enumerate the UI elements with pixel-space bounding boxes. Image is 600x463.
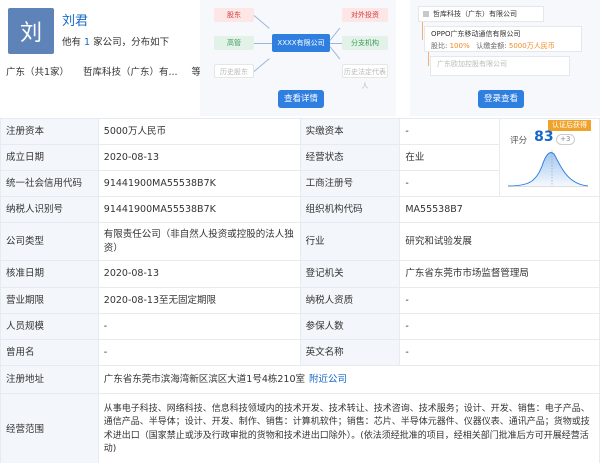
table-row: 营业期限 2020-08-13至无固定期限 纳税人资质 - <box>0 287 600 314</box>
company-count: 1 <box>84 37 91 48</box>
arrow-line <box>254 43 272 44</box>
arrow-line <box>329 46 341 60</box>
tree-root: 哲库科技（广东）有限公司 <box>418 6 544 22</box>
arrow-line <box>253 58 270 72</box>
row-key: 组织机构代码 <box>299 196 401 223</box>
address-text: 广东省东莞市滨海湾新区滨区大道1号4栋210室 <box>103 373 306 385</box>
table-row: 公司类型 有限责任公司（非自然人投资或控股的法人独资） 行业 研究和试验发展 <box>0 222 600 261</box>
tree-connector <box>422 22 423 40</box>
score-value: 83 <box>534 128 554 145</box>
ratio-value: 100% <box>449 42 470 50</box>
table-row: 注册地址 广东省东莞市滨海湾新区滨区大道1号4栋210室 附近公司 <box>0 365 600 394</box>
table-row: 注册资本 5000万人民币 实缴资本 - 认证后获得 评分 83 +3 <box>0 118 600 197</box>
row-value: - <box>399 287 600 314</box>
row-key: 公司类型 <box>0 222 99 261</box>
executive-node: 高管 <box>214 36 254 50</box>
row-value: 研究和试验发展 <box>399 222 600 261</box>
row-key: 工商注册号 <box>299 170 401 197</box>
investment-node: 对外投资 <box>342 8 388 22</box>
row-key: 英文名称 <box>299 339 401 366</box>
arrow-line <box>329 27 341 41</box>
row-key: 纳税人识别号 <box>0 196 99 223</box>
company-link[interactable]: 哲库科技（广东）有... <box>83 64 178 78</box>
company-node: XXXX有限公司 <box>272 34 330 52</box>
row-key: 参保人数 <box>299 313 401 340</box>
row-value: 91441900MA55538B7K <box>97 170 301 197</box>
summary-suffix: 家公司，分布如下 <box>93 37 170 48</box>
table-row: 曾用名 - 英文名称 - <box>0 339 600 366</box>
tree-child-title: OPPO广东移动通信有限公司 <box>431 30 521 38</box>
arrow-line <box>330 43 342 44</box>
company-distribution: 广东（共1家） 哲库科技（广东）有... 等 <box>6 64 201 78</box>
row-value: 有限责任公司（非自然人投资或控股的法人独资） <box>97 222 301 261</box>
relation-chart: 股东 高管 历史股东 XXXX有限公司 对外投资 分支机构 历史法定代表人 查看… <box>200 0 396 116</box>
row-key: 营业期限 <box>0 287 99 314</box>
row-value: - <box>399 339 600 366</box>
arrow-line <box>253 15 270 29</box>
capital-value: 5000万人民币 <box>508 42 555 50</box>
address-value: 广东省东莞市滨海湾新区滨区大道1号4栋210室 附近公司 <box>97 365 600 394</box>
row-value: - <box>97 313 301 340</box>
row-key: 登记机关 <box>299 260 401 288</box>
row-value: - <box>399 313 600 340</box>
address-key: 注册地址 <box>0 365 99 394</box>
scope-key: 经营范围 <box>0 393 99 463</box>
person-name[interactable]: 刘君 <box>62 10 88 29</box>
capital-label: 认缴金额: <box>476 42 507 50</box>
row-key: 经营状态 <box>299 144 401 171</box>
tree-root-label: 哲库科技（广东）有限公司 <box>433 10 517 18</box>
table-row: 经营范围 从事电子科技、网络科技、信息科技领域内的技术开发、技术转让、技术咨询、… <box>0 393 600 463</box>
row-value: 2020-08-13至无固定期限 <box>97 287 301 314</box>
row-value: 在业 <box>399 144 501 171</box>
score-plus: +3 <box>556 133 575 145</box>
table-row: 核准日期 2020-08-13 登记机关 广东省东莞市市场监督管理局 <box>0 260 600 288</box>
shareholder-node: 股东 <box>214 8 254 22</box>
row-key: 行业 <box>299 222 401 261</box>
row-key: 成立日期 <box>0 144 99 171</box>
tree-child: OPPO广东移动通信有限公司 股比: 100% 认缴金额: 5000万人民币 <box>424 26 582 52</box>
avatar: 刘 <box>8 8 54 54</box>
row-value: - <box>97 339 301 366</box>
row-key: 纳税人资质 <box>299 287 401 314</box>
row-value: 91441900MA55538B7K <box>97 196 301 223</box>
row-value: MA55538B7 <box>399 196 600 223</box>
tree-grandchild: 广东欧加控股有限公司 <box>430 56 570 76</box>
row-value: 5000万人民币 <box>97 118 301 145</box>
ratio-label: 股比: <box>431 42 448 50</box>
branch-node: 分支机构 <box>342 36 388 50</box>
top-summary: 刘 刘君 他有 1 家公司，分布如下 广东（共1家） 哲库科技（广东）有... … <box>0 0 600 118</box>
row-value: 广东省东莞市市场监督管理局 <box>399 260 600 288</box>
person-card: 刘 刘君 他有 1 家公司，分布如下 广东（共1家） 哲库科技（广东）有... … <box>6 6 201 116</box>
view-detail-button[interactable]: 查看详情 <box>278 90 324 108</box>
person-summary: 他有 1 家公司，分布如下 <box>62 34 169 48</box>
table-row: 纳税人识别号 91441900MA55538B7K 组织机构代码 MA55538… <box>0 196 600 223</box>
row-value: 2020-08-13 <box>97 144 301 171</box>
row-value: - <box>399 170 501 197</box>
row-key: 实缴资本 <box>299 118 401 145</box>
equity-tree: 哲库科技（广东）有限公司 OPPO广东移动通信有限公司 股比: 100% 认缴金… <box>410 0 600 116</box>
history-rep-node: 历史法定代表人 <box>342 64 388 90</box>
certify-badge[interactable]: 认证后获得 <box>548 119 591 131</box>
nearby-companies-link[interactable]: 附近公司 <box>309 374 347 385</box>
summary-prefix: 他有 <box>62 37 82 48</box>
row-key: 核准日期 <box>0 260 99 288</box>
row-value: - <box>399 118 501 145</box>
history-shareholder-node: 历史股东 <box>214 64 254 78</box>
scope-value: 从事电子科技、网络科技、信息科技领域内的技术开发、技术转让、技术咨询、技术服务；… <box>97 393 600 463</box>
table-row: 人员规模 - 参保人数 - <box>0 313 600 340</box>
score-panel: 认证后获得 评分 83 +3 <box>499 118 600 197</box>
tree-child-meta: 股比: 100% 认缴金额: 5000万人民币 <box>431 41 575 51</box>
row-key: 统一社会信用代码 <box>0 170 99 197</box>
score-distribution-curve <box>508 149 589 187</box>
login-view-button[interactable]: 登录查看 <box>478 90 524 108</box>
region-label: 广东（共1家） <box>6 67 70 78</box>
company-info-table: 注册资本 5000万人民币 实缴资本 - 认证后获得 评分 83 +3 成立日期… <box>0 118 600 463</box>
tree-connector <box>428 52 429 66</box>
row-value: 2020-08-13 <box>97 260 301 288</box>
row-key: 曾用名 <box>0 339 99 366</box>
company-square-icon <box>423 11 429 17</box>
row-key: 注册资本 <box>0 118 99 145</box>
row-key: 人员规模 <box>0 313 99 340</box>
